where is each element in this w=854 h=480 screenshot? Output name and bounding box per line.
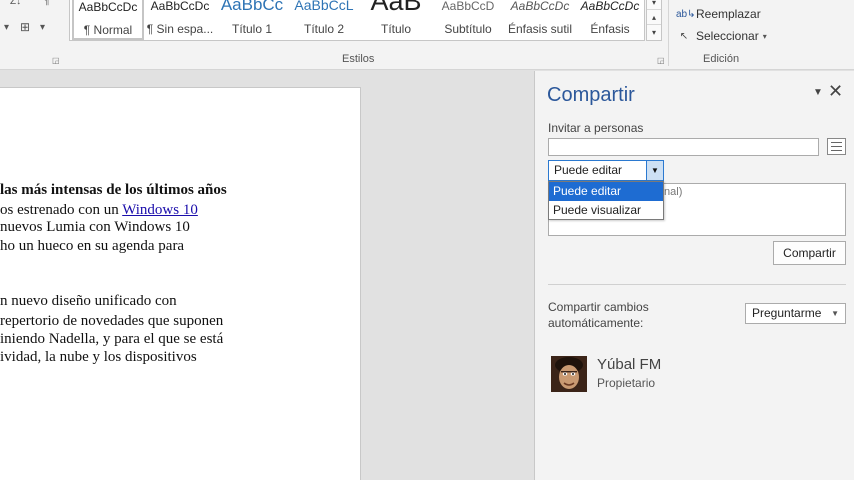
avatar	[551, 356, 587, 392]
replace-icon: ab↳	[676, 8, 696, 20]
style-no-spacing[interactable]: AaBbCcDc ¶ Sin espa...	[144, 0, 216, 40]
styles-launcher-icon[interactable]: ◲	[657, 56, 665, 65]
style-subtitle[interactable]: AaBbCcD Subtítulo	[432, 0, 504, 40]
doc-line: las más intensas de los últimos años	[0, 182, 227, 198]
style-name: ¶ Sin espa...	[146, 22, 214, 36]
paragraph-tools: Z↓ ¶ ▾ ⊞ ▾	[0, 0, 64, 44]
replace-button[interactable]: ab↳ Reemplazar	[676, 4, 761, 24]
style-preview: AaB	[370, 0, 422, 16]
style-preview: AaBbCcD	[441, 0, 495, 13]
divider	[548, 284, 846, 285]
style-name: Título	[380, 22, 411, 36]
borders-dropdown-icon[interactable]: ▾	[40, 22, 45, 33]
document-page[interactable]: las más intensas de los últimos años os …	[0, 87, 361, 480]
chevron-down-icon[interactable]: ▼	[646, 161, 663, 180]
gallery-scroll-down-icon[interactable]: ▴	[647, 10, 661, 25]
ribbon: Z↓ ¶ ▾ ⊞ ▾ AaBbCcDc ¶ Normal AaBbCcDc ¶ …	[0, 0, 854, 70]
style-name: ¶ Normal	[83, 23, 133, 37]
cursor-icon: ↖	[679, 30, 689, 42]
paragraph-launcher-icon[interactable]: ◲	[52, 56, 60, 65]
style-name: Título 1	[231, 22, 273, 36]
style-preview: AaBbCcDc	[78, 0, 138, 14]
auto-share-label: Compartir cambios automáticamente:	[548, 300, 649, 330]
pilcrow-icon[interactable]: ¶	[44, 0, 49, 7]
windows-10-link[interactable]: Windows 10	[122, 202, 198, 218]
style-title[interactable]: AaB Título	[360, 0, 432, 40]
auto-share-select[interactable]: Preguntarme ▼	[745, 303, 846, 324]
style-name: Énfasis	[590, 22, 630, 36]
shading-dropdown-icon[interactable]: ▾	[4, 22, 9, 33]
style-name: Énfasis sutil	[507, 22, 573, 36]
style-heading-1[interactable]: AaBbCc Título 1	[216, 0, 288, 40]
share-pane: Compartir ▼ ✕ Invitar a personas cional)…	[534, 71, 854, 480]
style-heading-2[interactable]: AaBbCcL Título 2	[288, 0, 360, 40]
avatar-image	[551, 356, 587, 392]
user-name: Yúbal FM	[597, 356, 662, 373]
doc-line: repertorio de novedades que suponen	[0, 313, 224, 329]
auto-share-value: Preguntarme	[752, 306, 822, 320]
address-book-icon[interactable]	[827, 138, 846, 155]
close-icon[interactable]: ✕	[828, 81, 843, 102]
doc-line: iniendo Nadella, y para el que se está	[0, 331, 224, 347]
sort-icon[interactable]: Z↓	[10, 0, 21, 7]
document-area: las más intensas de los últimos años os …	[0, 71, 534, 480]
select-button[interactable]: ↖ Seleccionar ▾	[676, 26, 767, 46]
user-role: Propietario	[597, 376, 656, 390]
permission-dropdown: Puede editar Puede visualizar	[548, 181, 664, 220]
pane-options-icon[interactable]: ▼	[813, 87, 823, 98]
gallery-more-icon[interactable]: ▾	[647, 25, 661, 40]
style-preview: AaBbCcDc	[510, 0, 570, 13]
doc-text: os estrenado con un	[0, 202, 123, 218]
gallery-scroll: ▾ ▴ ▾	[646, 0, 662, 41]
style-preview: AaBbCcDc	[150, 0, 210, 13]
style-subtle-emphasis[interactable]: AaBbCcDc Énfasis sutil	[504, 0, 576, 40]
borders-icon[interactable]: ⊞	[20, 20, 30, 34]
replace-label: Reemplazar	[696, 7, 761, 21]
chevron-down-icon: ▾	[762, 31, 767, 41]
chevron-down-icon: ▼	[831, 309, 839, 318]
styles-gallery: AaBbCcDc ¶ Normal AaBbCcDc ¶ Sin espa...…	[69, 0, 645, 41]
gallery-scroll-up-icon[interactable]: ▾	[647, 0, 661, 10]
style-emphasis[interactable]: AaBbCcDc Énfasis	[574, 0, 646, 40]
option-can-view[interactable]: Puede visualizar	[549, 201, 663, 220]
doc-line: n nuevo diseño unificado con	[0, 293, 177, 309]
select-label: Seleccionar	[696, 29, 759, 43]
style-preview: AaBbCcL	[294, 0, 354, 13]
permission-select[interactable]: Puede editar ▼	[548, 160, 664, 181]
styles-group-label: Estilos	[342, 53, 375, 65]
option-can-edit[interactable]: Puede editar	[549, 182, 663, 201]
doc-line: ividad, la nube y los dispositivos	[0, 349, 197, 365]
doc-line: ho un hueco en su agenda para	[0, 238, 185, 254]
doc-line: nuevos Lumia con Windows 10	[0, 219, 190, 235]
group-separator	[668, 0, 669, 66]
invite-label: Invitar a personas	[548, 121, 644, 135]
share-button[interactable]: Compartir	[773, 241, 846, 265]
style-name: Subtítulo	[444, 22, 492, 36]
style-preview: AaBbCc	[220, 0, 284, 14]
permission-value: Puede editar	[554, 163, 623, 177]
edit-group-label: Edición	[703, 53, 740, 65]
style-normal[interactable]: AaBbCcDc ¶ Normal	[72, 0, 144, 40]
style-preview: AaBbCcDc	[580, 0, 640, 13]
invite-input[interactable]	[548, 138, 819, 156]
style-name: Título 2	[303, 22, 345, 36]
doc-line: os estrenado con un Windows 10	[0, 202, 198, 219]
pane-title: Compartir	[547, 84, 635, 106]
